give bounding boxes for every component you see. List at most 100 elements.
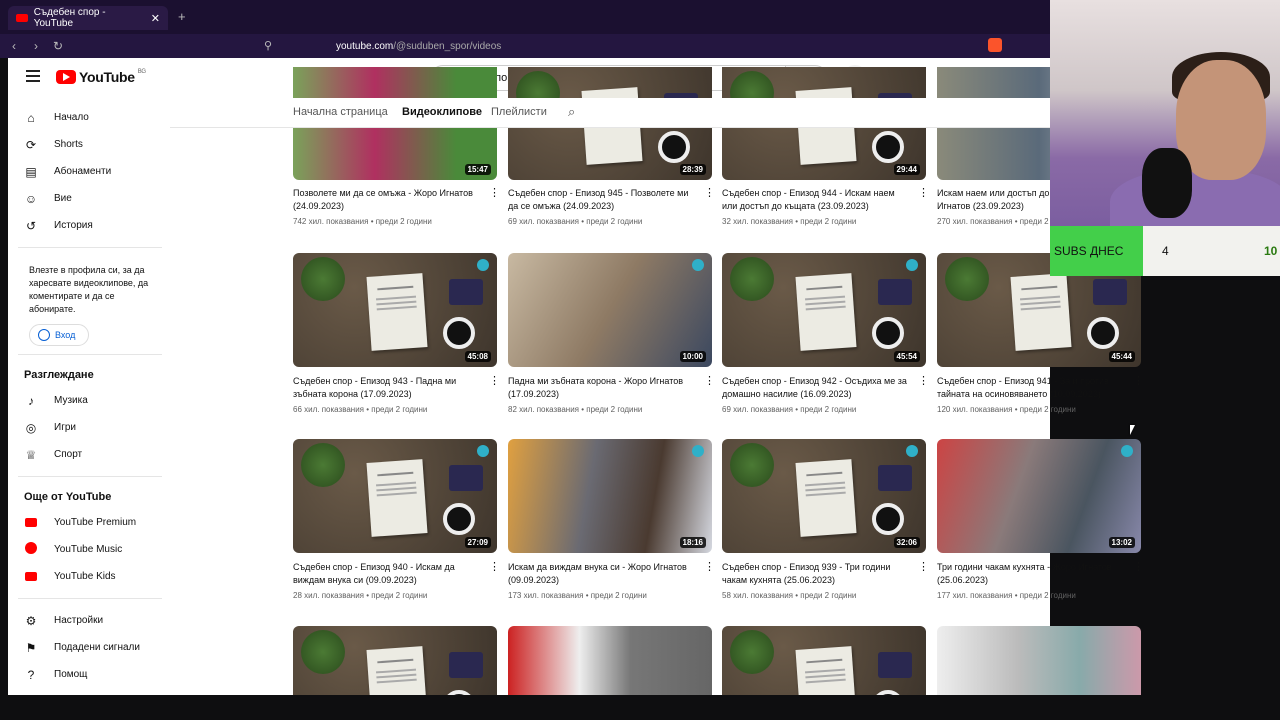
sidebar-item-music[interactable]: ♪ Музика (8, 387, 170, 414)
reload-icon[interactable]: ↻ (50, 39, 66, 53)
video-card[interactable]: 13:02 Три години чакам кухнята - Жоро Игн… (937, 439, 1144, 600)
more-options-icon[interactable]: ⋮ (918, 188, 929, 199)
close-icon[interactable]: ✕ (151, 12, 160, 25)
thumbnail-calc (449, 652, 483, 678)
more-options-icon[interactable]: ⋮ (1133, 562, 1144, 573)
view-count: 58 хил. показвания (722, 591, 794, 600)
video-title[interactable]: Съдебен спор - Епизод 945 - Позволете ми… (508, 187, 712, 213)
more-options-icon[interactable]: ⋮ (489, 562, 500, 573)
video-card[interactable]: 15:47 Позволете ми да се омъжа - Жоро Игн… (293, 67, 500, 226)
sidebar-item-label: Вие (54, 193, 72, 204)
brave-shield-icon[interactable] (988, 38, 1002, 52)
sidebar-item-help[interactable]: ? Помощ (8, 661, 170, 688)
video-title[interactable]: Искам да виждам внука си - Жоро Игнатов … (508, 561, 712, 587)
sidebar-item-shorts[interactable]: ⟳ Shorts (8, 131, 170, 158)
video-thumbnail[interactable]: 10:00 (508, 253, 712, 367)
sidebar-item-premium[interactable]: YouTube Premium (8, 509, 170, 536)
thumbnail-paper (366, 459, 428, 537)
duration-badge: 13:02 (1108, 537, 1135, 548)
video-title[interactable]: Съдебен спор - Епизод 942 - Осъдиха ме з… (722, 375, 926, 401)
sidebar-item-home[interactable]: ⌂ Начало (8, 104, 170, 131)
history-icon: ↺ (25, 218, 37, 233)
more-options-icon[interactable]: ⋮ (918, 376, 929, 387)
more-options-icon[interactable]: ⋮ (704, 376, 715, 387)
more-options-icon[interactable]: ⋮ (489, 188, 500, 199)
video-title[interactable]: Съдебен спор - Епизод 940 - Искам да виж… (293, 561, 497, 587)
upload-age: преди 2 години (371, 405, 428, 414)
more-options-icon[interactable]: ⋮ (489, 376, 500, 387)
video-title[interactable]: Съдебен спор - Епизод 941 - За и против … (937, 375, 1141, 401)
bookmark-icon[interactable]: ⚲ (264, 39, 272, 52)
video-title[interactable]: Падна ми зъбната корона - Жоро Игнатов (… (508, 375, 712, 401)
more-heading: Още от YouTube (24, 491, 112, 503)
video-thumbnail[interactable]: 32:06 (722, 439, 926, 553)
video-meta: 742 хил. показвания • преди 2 години (293, 217, 497, 226)
browser-tab[interactable]: Съдебен спор - YouTube ✕ (8, 6, 168, 30)
sidebar-item-gaming[interactable]: ◎ Игри (8, 414, 170, 441)
video-thumbnail[interactable]: 18:16 (508, 439, 712, 553)
back-icon[interactable]: ‹ (6, 39, 22, 53)
sidebar-item-history[interactable]: ↺ История (8, 212, 170, 239)
sidebar-item-label: Начало (54, 112, 89, 123)
video-thumbnail[interactable] (722, 626, 926, 695)
tab-home[interactable]: Начална страница (293, 106, 388, 118)
video-title[interactable]: Съдебен спор - Епизод 943 - Падна ми зъб… (293, 375, 497, 401)
login-button[interactable]: Вход (29, 324, 89, 346)
video-thumbnail[interactable] (937, 626, 1141, 695)
video-thumbnail[interactable]: 13:02 (937, 439, 1141, 553)
video-thumbnail[interactable]: 27:09 (293, 439, 497, 553)
upload-age: преди 2 години (590, 591, 647, 600)
video-card[interactable]: 32:06 Съдебен спор - Епизод 939 - Три год… (722, 439, 929, 600)
sidebar-item-subscriptions[interactable]: ▤ Абонаменти (8, 158, 170, 185)
sidebar-item-label: YouTube Kids (54, 571, 116, 582)
forward-icon[interactable]: › (28, 39, 44, 53)
video-card[interactable]: 45:08 Съдебен спор - Епизод 943 - Падна м… (293, 253, 500, 414)
subs-goal: 10 (1264, 244, 1278, 258)
video-meta: 69 хил. показвания • преди 2 години (508, 217, 712, 226)
url-field[interactable]: youtube.com/@suduben_spor/videos (336, 41, 501, 52)
sidebar-item-sports[interactable]: ♕ Спорт (8, 441, 170, 468)
login-label: Вход (55, 330, 76, 340)
logo-text: YouTube (79, 69, 135, 85)
tab-videos[interactable]: Видеоклипове (402, 106, 482, 118)
video-thumbnail[interactable]: 45:54 (722, 253, 926, 367)
sidebar-item-music-app[interactable]: YouTube Music (8, 536, 170, 563)
more-options-icon[interactable]: ⋮ (704, 562, 715, 573)
video-title[interactable]: Три години чакам кухнята - Жоро Игнатов … (937, 561, 1141, 587)
video-card[interactable]: 27:09 Съдебен спор - Епизод 940 - Искам д… (293, 439, 500, 600)
sidebar-item-settings[interactable]: ⚙ Настройки (8, 607, 170, 634)
thumbnail-plant (730, 257, 774, 301)
upload-age: преди 2 години (586, 405, 643, 414)
sidebar-item-kids[interactable]: YouTube Kids (8, 563, 170, 590)
video-card[interactable]: 45:44 Съдебен спор - Епизод 941 - За и пр… (937, 253, 1144, 414)
video-thumbnail[interactable] (508, 626, 712, 695)
video-title[interactable]: Съдебен спор - Епизод 939 - Три години ч… (722, 561, 926, 587)
more-options-icon[interactable]: ⋮ (1133, 376, 1144, 387)
video-card[interactable]: 28:39 Съдебен спор - Епизод 945 - Позволе… (508, 67, 715, 226)
mouse-cursor (1130, 425, 1135, 435)
more-options-icon[interactable]: ⋮ (918, 562, 929, 573)
divider (18, 354, 162, 355)
youtube-logo[interactable]: YouTube BG (56, 69, 146, 85)
sidebar-item-report[interactable]: ⚑ Подадени сигнали (8, 634, 170, 661)
video-title[interactable]: Позволете ми да се омъжа - Жоро Игнатов … (293, 187, 497, 213)
video-card[interactable]: 10:00 Падна ми зъбната корона - Жоро Игна… (508, 253, 715, 414)
sidebar: ⌂ Начало ⟳ Shorts ▤ Абонаменти ☺ Вие ↺ Истори… (8, 98, 170, 695)
channel-search-icon[interactable]: ⌕ (568, 104, 575, 120)
tab-playlists[interactable]: Плейлисти (491, 106, 547, 118)
login-prompt: Влезте в профила си, за да харесвате вид… (29, 265, 149, 314)
sidebar-item-label: YouTube Premium (54, 517, 137, 528)
video-card[interactable]: 18:16 Искам да виждам внука си - Жоро Игн… (508, 439, 715, 600)
channel-watermark-icon (477, 259, 489, 271)
video-card[interactable]: 29:44 Съдебен спор - Епизод 944 - Искам н… (722, 67, 929, 226)
thumbnail-plant (301, 257, 345, 301)
sidebar-item-you[interactable]: ☺ Вие (8, 185, 170, 212)
new-tab-button[interactable]: + (178, 9, 186, 24)
more-options-icon[interactable]: ⋮ (704, 188, 715, 199)
sidebar-item-label: Подадени сигнали (54, 642, 140, 653)
video-thumbnail[interactable]: 45:08 (293, 253, 497, 367)
video-title[interactable]: Съдебен спор - Епизод 944 - Искам наем и… (722, 187, 926, 213)
video-thumbnail[interactable] (293, 626, 497, 695)
menu-icon[interactable] (26, 70, 40, 82)
video-card[interactable]: 45:54 Съдебен спор - Епизод 942 - Осъдиха… (722, 253, 929, 414)
